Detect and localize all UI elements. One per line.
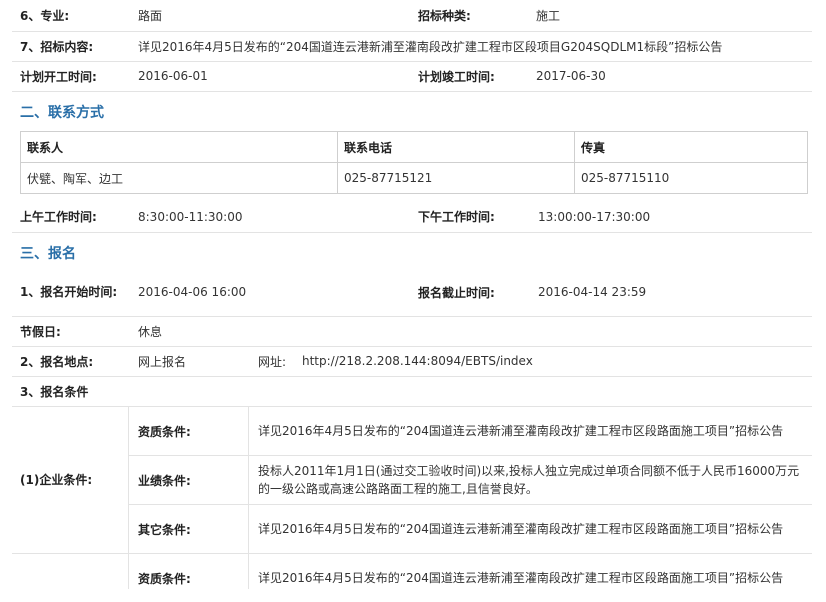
other-conditions-label: 其它条件: — [138, 522, 191, 537]
contact-section-title: 二、联系方式 — [20, 105, 104, 121]
signup-begin-value: 2016-04-06 16:00 — [138, 285, 247, 299]
list-item: 资质条件: 详见2016年4月5日发布的“204国道连云港新浦至灌南段改扩建工程… — [128, 407, 812, 456]
qualification-label: 资质条件: — [138, 424, 191, 439]
content-value: 详见2016年4月5日发布的“204国道连云港新浦至灌南段改扩建工程市区段项目G… — [138, 39, 723, 54]
signup-place-value: 网上报名 — [138, 354, 187, 369]
info-row-content: 7、招标内容: 详见2016年4月5日发布的“204国道连云港新浦至灌南段改扩建… — [12, 31, 812, 62]
performance-label: 业绩条件: — [138, 473, 191, 488]
am-label: 上午工作时间: — [20, 210, 97, 224]
major-value: 路面 — [138, 9, 163, 23]
holiday-value: 休息 — [138, 324, 163, 339]
table-row: 伏甓、陶军、边工 025-87715121 025-87715110 — [20, 162, 808, 194]
contact-phone: 025-87715121 — [337, 162, 575, 194]
pm-value: 13:00:00-17:30:00 — [538, 209, 651, 224]
bid-type-value: 施工 — [536, 9, 561, 23]
signup-deadline-value: 2016-04-14 23:59 — [538, 285, 647, 299]
work-hours-row: 上午工作时间: 8:30:00-11:30:00 下午工作时间: 13:00:0… — [12, 201, 812, 233]
signup-url-label: 网址: — [258, 354, 287, 369]
list-item: 资质条件: 详见2016年4月5日发布的“204国道连云港新浦至灌南段改扩建工程… — [128, 554, 812, 602]
signup-conditions-row: 3、报名条件 — [12, 376, 812, 406]
pm-label: 下午工作时间: — [418, 210, 495, 224]
list-item: 其它条件: 详见2016年4月5日发布的“204国道连云港新浦至灌南段改扩建工程… — [128, 505, 812, 554]
info-row-major: 6、专业: 路面 招标种类: 施工 — [12, 0, 812, 32]
qualification-value-2: 详见2016年4月5日发布的“204国道连云港新浦至灌南段改扩建工程市区段路面施… — [258, 571, 784, 585]
am-value: 8:30:00-11:30:00 — [138, 209, 243, 224]
contact-table: 联系人 联系电话 传真 伏甓、陶军、边工 025-87715121 025-87… — [20, 131, 808, 194]
performance-value: 投标人2011年1月1日(通过交工验收时间)以来,投标人独立完成过单项合同额不低… — [258, 464, 800, 496]
list-item: 业绩条件: 投标人2011年1月1日(通过交工验收时间)以来,投标人独立完成过单… — [128, 456, 812, 505]
start-value: 2016-06-01 — [138, 69, 208, 83]
start-label: 计划开工时间: — [20, 69, 97, 84]
contact-phone-header: 联系电话 — [337, 131, 575, 163]
end-label: 计划竣工时间: — [418, 69, 495, 84]
end-value: 2017-06-30 — [536, 69, 606, 83]
signup-place-label: 2、报名地点: — [20, 354, 94, 369]
holiday-row: 节假日: 休息 — [12, 316, 812, 347]
signup-begin-label: 1、报名开始时间: — [20, 285, 118, 299]
contact-person: 伏甓、陶军、边工 — [20, 162, 338, 194]
contact-table-header: 联系人 联系电话 传真 — [20, 131, 808, 163]
signup-deadline-label: 报名截止时间: — [418, 285, 495, 300]
signup-conditions-label: 3、报名条件 — [20, 384, 89, 399]
info-row-schedule: 计划开工时间: 2016-06-01 计划竣工时间: 2017-06-30 — [12, 61, 812, 92]
qualification-label-2: 资质条件: — [138, 571, 191, 586]
bid-type-label: 招标种类: — [418, 9, 471, 23]
enterprise-conditions-label: (1)企业条件: — [20, 473, 93, 487]
signup-time-row: 1、报名开始时间: 2016-04-06 16:00 报名截止时间: 2016-… — [12, 268, 812, 317]
signup-url-link[interactable]: http://218.2.208.144:8094/EBTS/index — [302, 346, 533, 376]
holiday-label: 节假日: — [20, 324, 61, 339]
other-conditions-value: 详见2016年4月5日发布的“204国道连云港新浦至灌南段改扩建工程市区段路面施… — [258, 522, 784, 536]
contact-fax: 025-87715110 — [574, 162, 808, 194]
major-label: 6、专业: — [20, 9, 70, 23]
contact-fax-header: 传真 — [574, 131, 808, 163]
qualification-value: 详见2016年4月5日发布的“204国道连云港新浦至灌南段改扩建工程市区段路面施… — [258, 424, 784, 438]
enterprise-bottom-border — [12, 553, 128, 554]
contact-person-header: 联系人 — [20, 131, 338, 163]
content-label: 7、招标内容: — [20, 39, 94, 54]
signup-section-title: 三、报名 — [20, 246, 76, 262]
signup-place-row: 2、报名地点: 网上报名 网址: http://218.2.208.144:80… — [12, 346, 812, 377]
